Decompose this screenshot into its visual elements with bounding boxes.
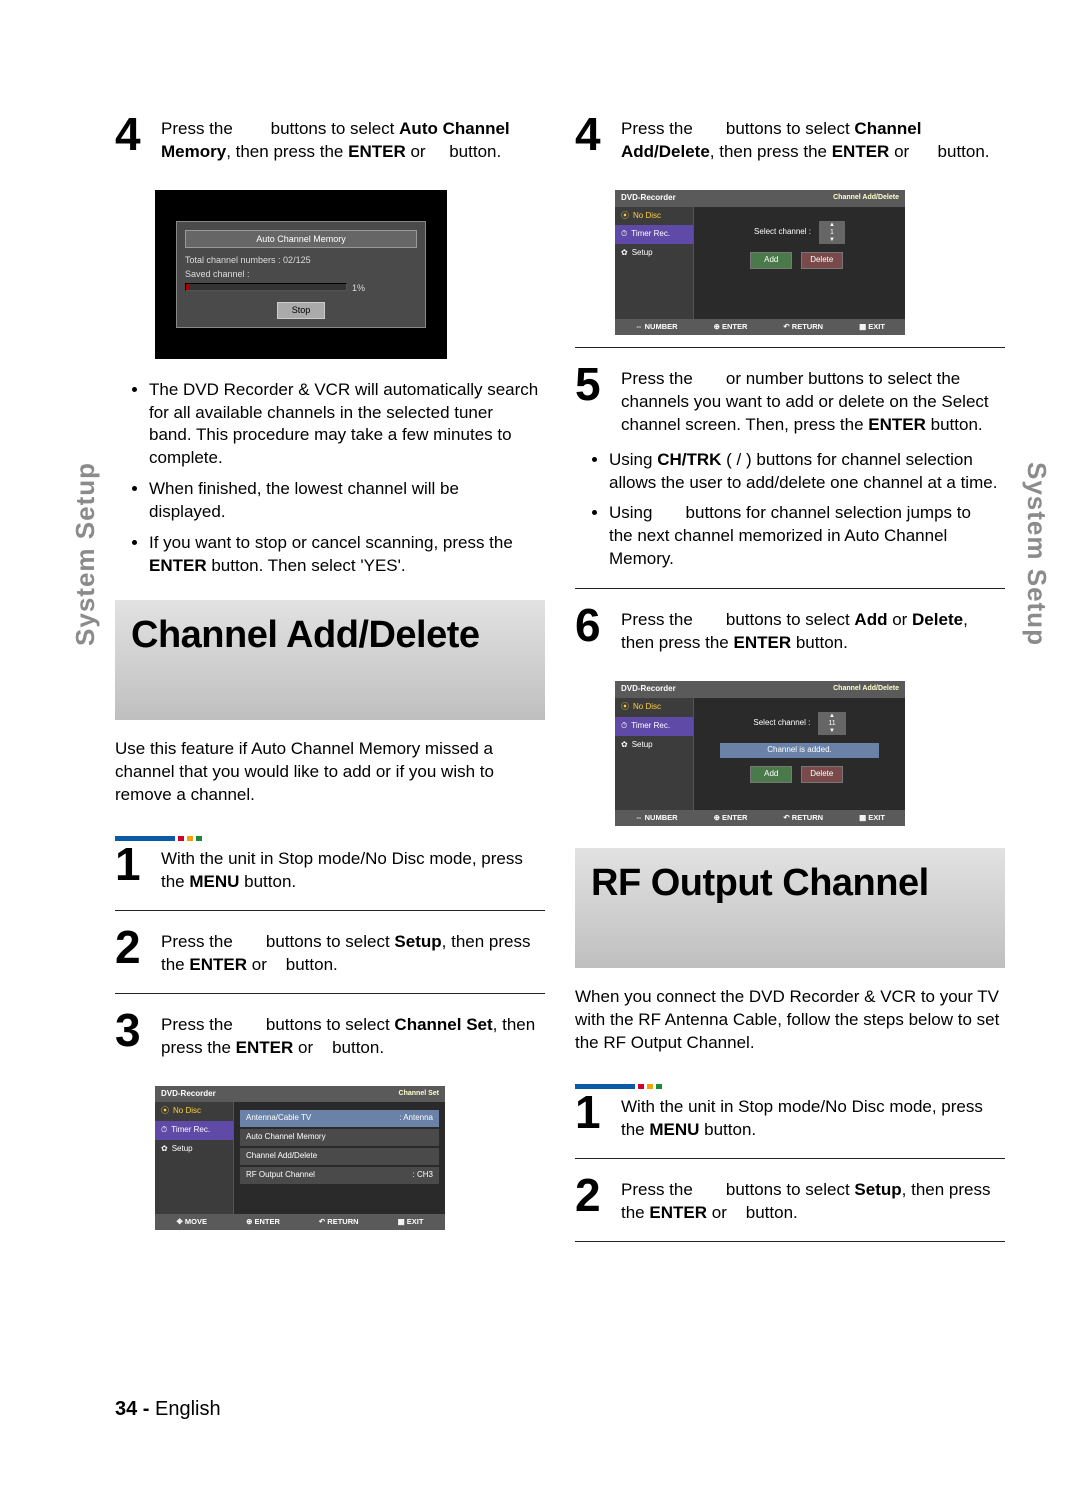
right-column: 4 Press the buttons to select Channel Ad… xyxy=(575,110,1005,1254)
left-step-3: 3 Press the buttons to select Channel Se… xyxy=(115,1006,545,1066)
osd-channel-add-delete-1: DVD-Recorder Channel Add/Delete No Disc … xyxy=(615,190,905,335)
section-channel-add-delete: Channel Add/Delete xyxy=(115,600,545,720)
section-title: Channel Add/Delete xyxy=(131,610,480,661)
menu-antenna: Antenna/Cable TV : Antenna xyxy=(240,1110,439,1127)
section-title: RF Output Channel xyxy=(591,858,929,909)
left-step-4: 4 Press the buttons to select Auto Chann… xyxy=(115,110,545,170)
section-rf-output-channel: RF Output Channel xyxy=(575,848,1005,968)
osd-add-button: Add xyxy=(750,766,792,783)
manual-page: System Setup System Setup 4 Press the bu… xyxy=(0,0,1080,1487)
osd-add-button: Add xyxy=(750,252,792,269)
step-body: Press the buttons to select Auto Channel… xyxy=(161,114,545,164)
side-timer: Timer Rec. xyxy=(155,1121,233,1140)
left-column: 4 Press the buttons to select Auto Chann… xyxy=(115,110,545,1254)
left-step-1: 1 With the unit in Stop mode/No Disc mod… xyxy=(115,840,545,900)
page-footer: 34 - English xyxy=(115,1396,221,1423)
menu-add-delete: Channel Add/Delete xyxy=(240,1148,439,1165)
menu-auto-memory: Auto Channel Memory xyxy=(240,1129,439,1146)
right-step-2: 2 Press the buttons to select Setup, the… xyxy=(575,1171,1005,1231)
section-tab-right: System Setup xyxy=(1019,462,1054,646)
right-step-6: 6 Press the buttons to select Add or Del… xyxy=(575,601,1005,661)
osd-delete-button: Delete xyxy=(801,766,843,783)
step-number: 4 xyxy=(115,114,147,164)
menu-rf-output: RF Output Channel : CH3 xyxy=(240,1167,439,1184)
left-step-2: 2 Press the buttons to select Setup, the… xyxy=(115,923,545,983)
select-channel-row: Select channel : ▲1▼ xyxy=(700,221,899,244)
osd-channel-set: DVD-Recorder Channel Set No Disc Timer R… xyxy=(155,1086,445,1231)
osd-channel-add-delete-2: DVD-Recorder Channel Add/Delete No Disc … xyxy=(615,681,905,826)
section-intro: Use this feature if Auto Channel Memory … xyxy=(115,738,545,807)
right-step-1: 1 With the unit in Stop mode/No Disc mod… xyxy=(575,1088,1005,1148)
osd-stop-button: Stop xyxy=(277,302,325,318)
side-nodisc: No Disc xyxy=(155,1102,233,1121)
osd-auto-channel-memory: Auto Channel Memory Total channel number… xyxy=(155,190,447,359)
osd-delete-button: Delete xyxy=(801,252,843,269)
info-bullets: The DVD Recorder & VCR will automaticall… xyxy=(115,379,545,579)
section-tab-left: System Setup xyxy=(68,462,103,646)
color-bars xyxy=(115,825,545,830)
osd-channel-added-msg: Channel is added. xyxy=(720,743,879,758)
section-intro: When you connect the DVD Recorder & VCR … xyxy=(575,986,1005,1055)
right-step-5: 5 Press the or number buttons to select … xyxy=(575,360,1005,443)
osd-title: Auto Channel Memory xyxy=(185,230,417,248)
color-bars xyxy=(575,1073,1005,1078)
side-setup: Setup xyxy=(155,1140,233,1159)
right-step-4: 4 Press the buttons to select Channel Ad… xyxy=(575,110,1005,170)
step5-bullets: Using CH/TRK ( / ) buttons for channel s… xyxy=(575,449,1005,572)
